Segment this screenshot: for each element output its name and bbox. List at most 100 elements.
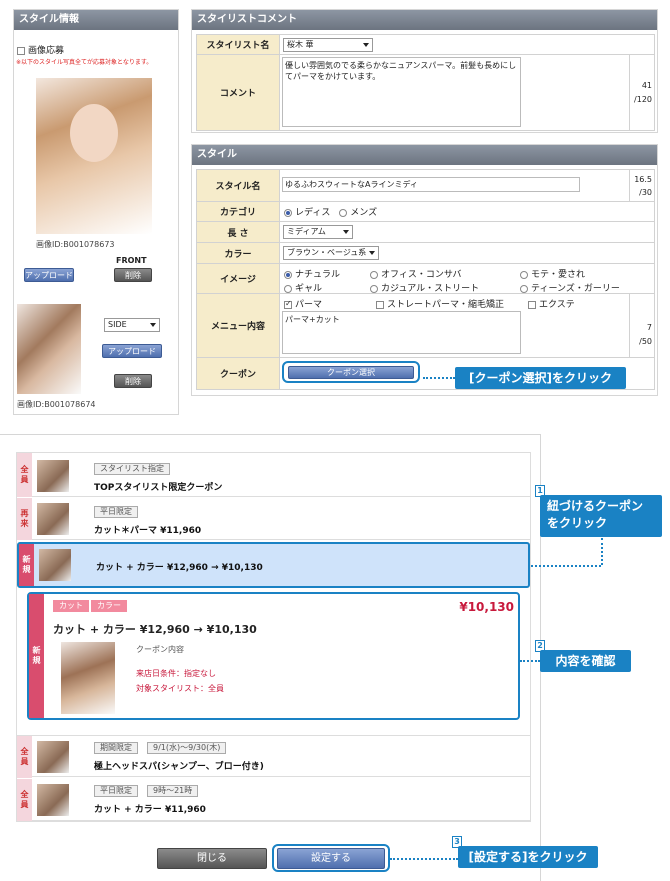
- close-button[interactable]: 閉じる: [157, 848, 267, 869]
- style-name-input[interactable]: ゆるふわスウィートなAラインミディ: [282, 177, 580, 192]
- style-name-cell: ゆるふわスウィートなAラインミディ: [279, 169, 630, 202]
- callout-line: [520, 660, 540, 662]
- radio-icon[interactable]: [284, 208, 292, 217]
- radio-icon[interactable]: [370, 270, 378, 279]
- stylist-select[interactable]: 桜木 華: [283, 38, 373, 52]
- stylist-comment-panel: スタイリストコメント スタイリスト名 桜木 華 コメント 優しい雰囲気のでる柔ら…: [191, 9, 658, 133]
- chevron-down-icon: [150, 323, 156, 327]
- image-label: イメージ: [196, 263, 280, 294]
- coupon-thumbnail: [37, 784, 69, 816]
- photo-note: ※以下のスタイル写真全てが応募対象となります。: [16, 59, 153, 66]
- front-delete-button[interactable]: 削除: [114, 268, 152, 282]
- category-mens[interactable]: メンズ: [339, 208, 377, 218]
- category-cell: レディス メンズ: [279, 201, 655, 222]
- radio-icon[interactable]: [284, 270, 292, 279]
- coupon-tag: 期間限定: [94, 742, 138, 754]
- coupon-thumbnail: [37, 460, 69, 492]
- coupon-row[interactable]: 全員 スタイリスト指定 TOPスタイリスト限定クーポン: [17, 453, 530, 497]
- style-panel: スタイル スタイル名 ゆるふわスウィートなAラインミディ 16.5/30 カテゴ…: [191, 144, 658, 396]
- image-option-label: カジュアル・ストリート: [381, 284, 480, 294]
- checkbox-icon[interactable]: [376, 300, 384, 309]
- image-cell: ナチュラル オフィス・コンサバ モテ・愛され ギャル カジュアル・ストリート テ…: [279, 263, 655, 294]
- callout-line: [390, 858, 458, 860]
- coupon-target-badge: 再来: [17, 498, 32, 540]
- select-coupon-callout: 紐づけるクーポン をクリック: [540, 495, 662, 537]
- length-select[interactable]: ミディアム: [283, 225, 353, 239]
- comment-textarea[interactable]: 優しい雰囲気のでる柔らかなニュアンスパーマ。前髪も長めにしてパーマをかけています…: [282, 57, 521, 127]
- radio-icon[interactable]: [520, 270, 528, 279]
- checkbox-icon[interactable]: [284, 299, 292, 309]
- front-upload-button[interactable]: アップロード: [24, 268, 74, 282]
- image-option-mote[interactable]: モテ・愛され: [520, 267, 585, 280]
- style-info-header: スタイル情報: [14, 10, 178, 30]
- menu-counter: 7/50: [629, 293, 655, 358]
- image-option-casual[interactable]: カジュアル・ストリート: [370, 281, 479, 294]
- front-label: FRONT: [116, 256, 147, 265]
- coupon-row-selected[interactable]: 新規 カット + カラー ¥12,960 → ¥10,130: [17, 542, 530, 588]
- stylist-select-value: 桜木 華: [287, 40, 314, 49]
- comment-label: コメント: [196, 54, 280, 131]
- coupon-row[interactable]: 再来 平日限定 カット＊パーマ ¥11,960: [17, 498, 530, 540]
- side-upload-button[interactable]: アップロード: [102, 344, 162, 358]
- image-option-teens[interactable]: ティーンズ・ガーリー: [520, 281, 620, 294]
- coupon-title: 極上ヘッドスパ(シャンプー、ブロー付き): [94, 762, 264, 772]
- detail-tag: カット: [53, 600, 89, 612]
- menu-option-perm[interactable]: パーマ: [284, 297, 322, 310]
- menu-cell: パーマ ストレートパーマ・縮毛矯正 エクステ パーマ+カット: [279, 293, 630, 358]
- style-table: スタイル名 ゆるふわスウィートなAラインミディ 16.5/30 カテゴリ レディ…: [196, 169, 655, 390]
- side-photo: [17, 304, 81, 394]
- callout-line: [531, 565, 601, 567]
- side-delete-button[interactable]: 削除: [114, 374, 152, 388]
- menu-textarea[interactable]: パーマ+カット: [282, 311, 521, 354]
- radio-icon[interactable]: [339, 208, 348, 217]
- menu-count: 7: [646, 322, 652, 332]
- radio-icon[interactable]: [284, 284, 292, 293]
- photo-apply-checkbox[interactable]: [17, 46, 25, 55]
- detail-tag: カラー: [91, 600, 127, 612]
- menu-option-extension[interactable]: エクステ: [528, 297, 575, 310]
- image-option-gal[interactable]: ギャル: [284, 281, 322, 294]
- category-ladies-label: レディス: [295, 208, 331, 218]
- detail-photo: [61, 642, 115, 714]
- coupon-row[interactable]: 全員 期間限定 9/1(水)〜9/30(木) 極上ヘッドスパ(シャンプー、ブロー…: [17, 735, 530, 778]
- image-option-natural[interactable]: ナチュラル: [284, 267, 340, 280]
- coupon-select-callout: [クーポン選択]をクリック: [455, 367, 626, 389]
- stylist-name-cell: 桜木 華: [279, 34, 655, 55]
- category-mens-label: メンズ: [350, 208, 378, 218]
- coupon-title: TOPスタイリスト限定クーポン: [94, 483, 223, 493]
- style-name-count: 16.5: [634, 174, 652, 184]
- side-angle-value: SIDE: [108, 320, 127, 329]
- menu-option-label: ストレートパーマ・縮毛矯正: [387, 300, 505, 310]
- style-header: スタイル: [192, 145, 657, 165]
- radio-icon[interactable]: [520, 284, 528, 293]
- coupon-row[interactable]: 全員 平日限定 9時〜21時 カット + カラー ¥11,960: [17, 779, 530, 821]
- checkbox-icon[interactable]: [528, 300, 536, 309]
- category-ladies[interactable]: レディス: [284, 208, 330, 218]
- coupon-target-badge: 全員: [17, 779, 32, 821]
- color-select[interactable]: ブラウン・ベージュ系: [283, 246, 379, 260]
- style-name-counter: 16.5/30: [629, 169, 655, 202]
- callout-line: [601, 538, 603, 565]
- confirm-content-callout: 内容を確認: [540, 650, 631, 672]
- detail-target-badge: 新規: [29, 594, 44, 718]
- menu-option-straight[interactable]: ストレートパーマ・縮毛矯正: [376, 297, 504, 310]
- set-button[interactable]: 設定する: [277, 848, 385, 869]
- callout-text: をクリック: [547, 516, 608, 530]
- coupon-thumbnail: [37, 503, 69, 535]
- photo-apply-row[interactable]: 画像応募: [17, 43, 64, 56]
- comment-max: /120: [634, 94, 652, 104]
- coupon-target-badge: 全員: [17, 453, 32, 497]
- click-set-callout: [設定する]をクリック: [458, 846, 598, 868]
- coupon-select-button[interactable]: クーポン選択: [288, 366, 414, 379]
- image-option-office[interactable]: オフィス・コンサバ: [370, 267, 461, 280]
- detail-price: ¥10,130: [459, 600, 514, 614]
- image-option-label: ナチュラル: [295, 270, 341, 280]
- side-angle-select[interactable]: SIDE: [104, 318, 160, 332]
- coupon-tag: 平日限定: [94, 785, 138, 797]
- radio-icon[interactable]: [370, 284, 378, 293]
- detail-stylist: 対象スタイリスト：全員: [136, 684, 224, 693]
- comment-count: 41: [641, 80, 652, 90]
- stylist-name-label: スタイリスト名: [196, 34, 280, 55]
- chevron-down-icon: [343, 230, 349, 234]
- coupon-target-badge: 全員: [17, 736, 32, 778]
